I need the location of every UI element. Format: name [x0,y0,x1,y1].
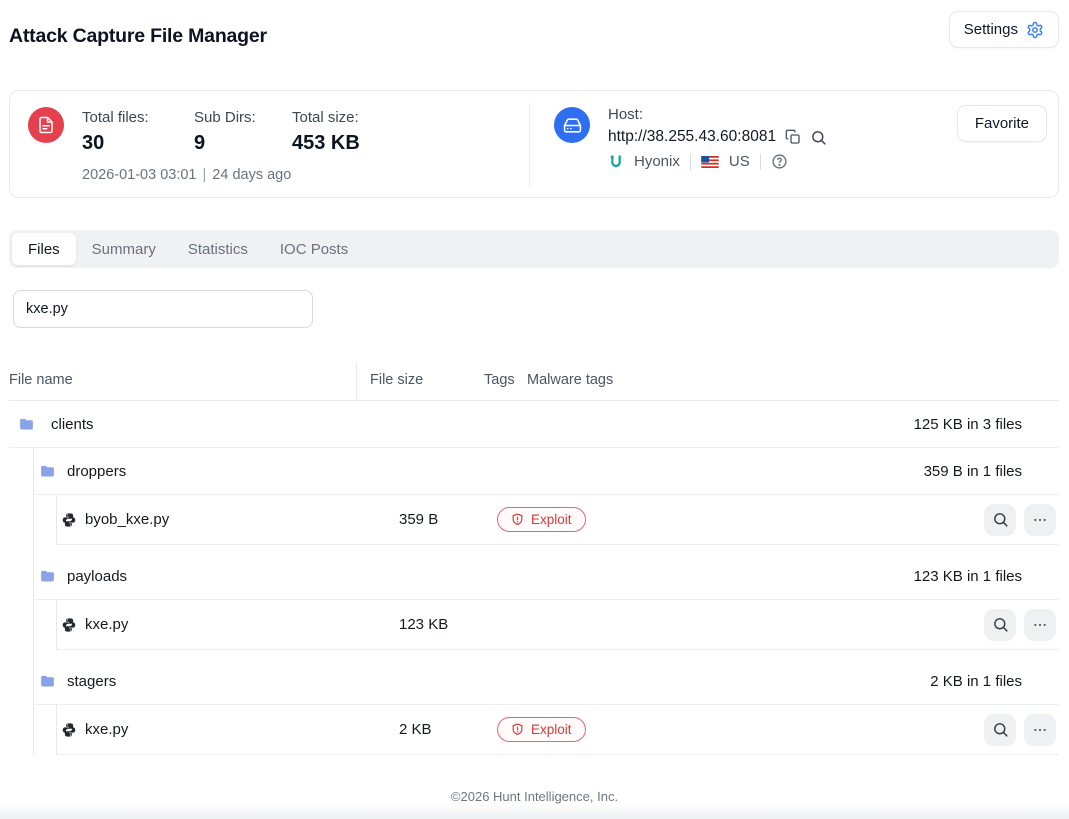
stat-sub-dirs: Sub Dirs: 9 [194,108,292,157]
file-group: byob_kxe.py 359 B Exploit [56,495,1059,545]
us-flag-icon [701,156,719,168]
more-actions-button[interactable] [1024,609,1056,641]
more-actions-button[interactable] [1024,714,1056,746]
inspect-file-button[interactable] [984,504,1016,536]
host-icon [554,107,590,143]
malware-tag-badge[interactable]: Exploit [497,507,586,532]
page-title: Attack Capture File Manager [9,25,267,48]
file-group: kxe.py 123 KB [56,600,1059,650]
tab-ioc-posts[interactable]: IOC Posts [264,233,364,265]
hyonix-logo-icon [608,154,624,170]
folder-summary: 359 B in 1 files [924,463,1059,480]
table-row[interactable]: kxe.py 123 KB [57,600,1059,650]
capture-datetime: 2026-01-03 03:01 [82,167,197,183]
folder-children-group: droppers 359 B in 1 files byob_kxe.py 359 B… [33,448,1059,755]
folder-name[interactable]: payloads [67,568,127,585]
folder-summary: 2 KB in 1 files [930,673,1059,690]
settings-button[interactable]: Settings [949,11,1059,48]
date-separator: | [203,167,207,183]
stat-total-files: Total files: 30 [82,108,194,157]
folder-name[interactable]: droppers [67,463,126,480]
capture-stats: Total files: 30 Sub Dirs: 9 Total size: … [82,108,360,157]
folder-summary: 125 KB in 3 files [914,416,1059,433]
folder-icon [39,463,56,480]
folder-name[interactable]: clients [51,416,94,433]
capture-date: 2026-01-03 03:01 | 24 days ago [82,167,291,183]
copyright-text: ©2026 Hunt Intelligence, Inc. [0,789,1069,804]
malware-tag-label: Exploit [531,722,572,737]
column-malware-tags: Malware tags [527,372,613,388]
capture-overview-card: Total files: 30 Sub Dirs: 9 Total size: … [9,90,1059,198]
files-stat-icon [28,107,64,143]
host-label: Host: [608,105,827,125]
file-size: 2 KB [399,721,432,738]
inspect-file-button[interactable] [984,609,1016,641]
meta-divider [760,154,761,170]
shield-alert-icon [511,513,524,526]
column-file-size: File size [370,372,423,388]
file-table: File name File size Tags Malware tags cl… [9,363,1059,763]
malware-tag-badge[interactable]: Exploit [497,717,586,742]
column-tags: Tags [484,372,515,388]
meta-divider [690,154,691,170]
folder-icon [18,416,35,433]
settings-button-label: Settings [964,21,1018,38]
bottom-fade [0,804,1069,819]
folder-summary: 123 KB in 1 files [914,568,1059,585]
python-file-icon [61,512,77,528]
file-group: kxe.py 2 KB Exploit [56,705,1059,755]
python-file-icon [61,722,77,738]
file-name[interactable]: kxe.py [85,721,128,738]
inspect-file-button[interactable] [984,714,1016,746]
stat-label: Total files: [82,108,194,128]
table-row[interactable]: payloads 123 KB in 1 files [34,553,1059,600]
column-file-name: File name [9,372,73,388]
stat-label: Sub Dirs: [194,108,292,128]
tab-statistics[interactable]: Statistics [172,233,264,265]
favorite-button[interactable]: Favorite [957,105,1047,142]
copy-icon[interactable] [785,129,801,145]
attack-capture-file-manager-page: Attack Capture File Manager Settings Tot… [0,0,1069,819]
help-circle-icon[interactable] [771,153,788,170]
host-url[interactable]: http://38.255.43.60:8081 [608,128,776,146]
stat-total-size: Total size: 453 KB [292,108,360,157]
more-actions-button[interactable] [1024,504,1056,536]
table-row[interactable]: droppers 359 B in 1 files [34,448,1059,495]
host-search-icon[interactable] [810,129,827,146]
shield-alert-icon [511,723,524,736]
file-size: 359 B [399,511,438,528]
folder-icon [39,673,56,690]
stat-label: Total size: [292,108,360,128]
python-file-icon [61,617,77,633]
card-divider [529,103,530,187]
tab-bar: FilesSummaryStatisticsIOC Posts [9,230,1059,268]
capture-age: 24 days ago [212,167,291,183]
folder-name[interactable]: stagers [67,673,116,690]
stat-value: 30 [82,130,194,157]
stat-value: 453 KB [292,130,360,157]
folder-icon [39,568,56,585]
host-country: US [729,153,750,170]
malware-tag-label: Exploit [531,512,572,527]
file-name[interactable]: byob_kxe.py [85,511,169,528]
file-size: 123 KB [399,616,448,633]
gear-icon [1026,21,1044,39]
stat-value: 9 [194,130,292,157]
table-row[interactable]: stagers 2 KB in 1 files [34,658,1059,705]
table-row[interactable]: byob_kxe.py 359 B Exploit [57,495,1059,545]
table-header: File name File size Tags Malware tags [9,363,1059,401]
file-name[interactable]: kxe.py [85,616,128,633]
table-body: clients 125 KB in 3 files droppers 359 B in… [9,401,1059,755]
host-provider[interactable]: Hyonix [634,153,680,170]
tab-summary[interactable]: Summary [76,233,172,265]
column-divider [356,363,357,401]
file-search-input[interactable] [13,290,313,328]
table-row[interactable]: clients 125 KB in 3 files [9,401,1059,448]
host-block: Host: http://38.255.43.60:8081 Hyonix [608,105,827,170]
table-row[interactable]: kxe.py 2 KB Exploit [57,705,1059,755]
tab-files[interactable]: Files [12,233,76,265]
